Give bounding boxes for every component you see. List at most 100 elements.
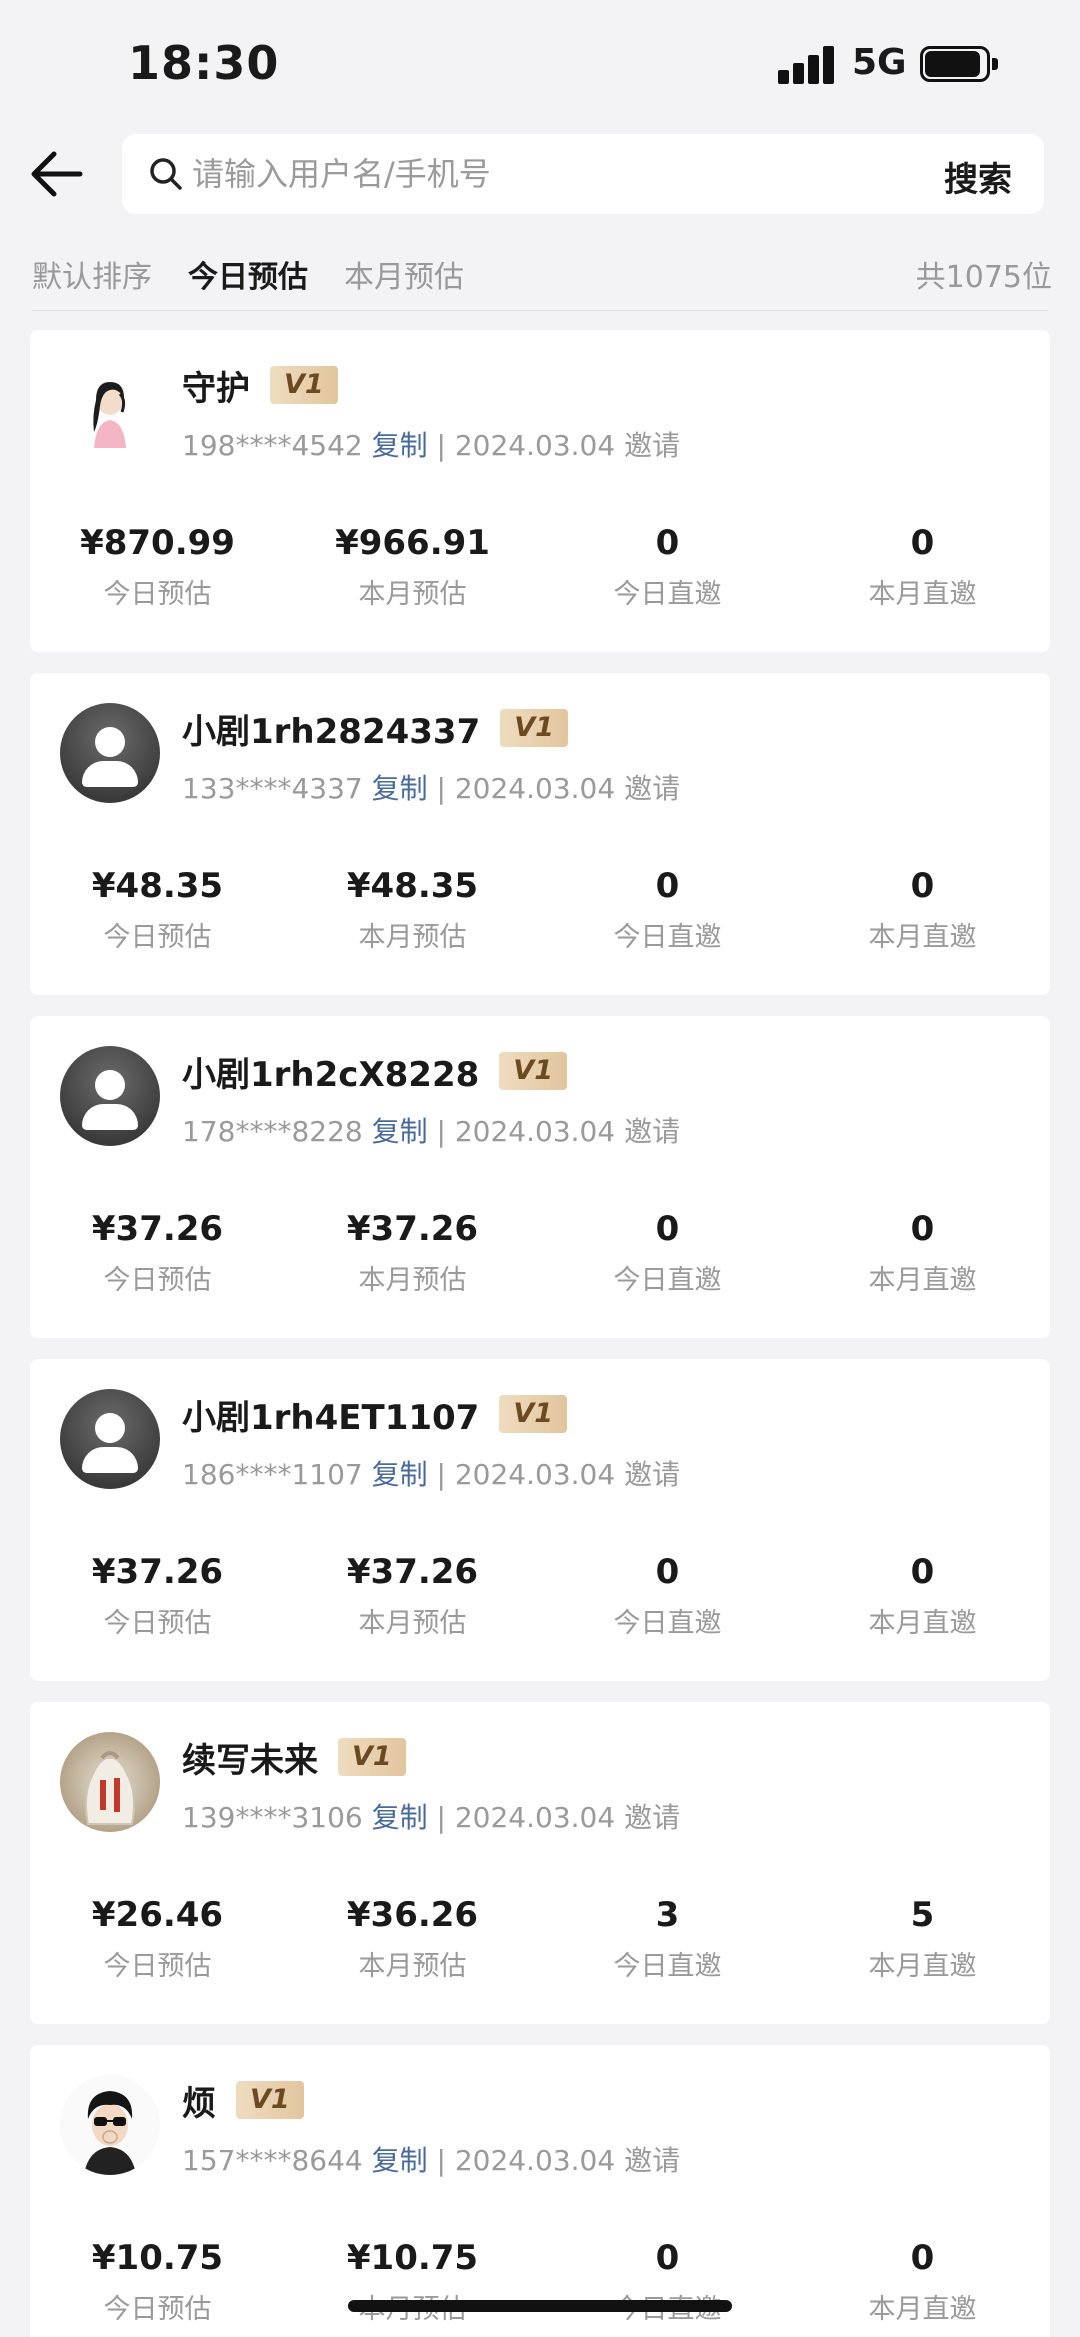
tab-month-estimate[interactable]: 本月预估 [344,252,464,296]
stat-label: 今日直邀 [613,1608,722,1639]
stat-label: 本月直邀 [868,922,977,953]
copy-button[interactable]: 复制 [372,429,428,462]
stat-today-invites: 0 今日直邀 [540,2235,795,2326]
stat-month-invites: 0 本月直邀 [795,1206,1050,1297]
name-row: 续写未来 V1 [182,1732,406,1782]
member-info: 157****8644 复制 | 2024.03.04 邀请 [182,2139,680,2179]
level-badge: V1 [499,1395,568,1433]
stat-value: ¥10.75 [346,2238,479,2278]
tab-default-sort[interactable]: 默认排序 [32,252,152,296]
stat-month-invites: 0 本月直邀 [795,1549,1050,1640]
search-bar: 搜索 [122,134,1044,214]
stat-value: ¥10.75 [91,2238,224,2278]
stat-today-estimate: ¥48.35 今日预估 [30,863,285,954]
stat-label: 本月直邀 [868,1265,977,1296]
divider [32,310,1048,311]
copy-button[interactable]: 复制 [372,2144,428,2177]
stat-value: ¥37.26 [346,1209,479,1249]
stat-value: 0 [910,1209,935,1249]
stat-today-estimate: ¥870.99 今日预估 [30,520,285,611]
copy-button[interactable]: 复制 [372,1458,428,1491]
copy-button[interactable]: 复制 [372,772,428,805]
stat-value: 0 [910,2238,935,2278]
stat-month-invites: 0 本月直邀 [795,2235,1050,2326]
member-stats: ¥37.26 今日预估 ¥37.26 本月预估 0 今日直邀 0 本月直邀 [30,1549,1050,1659]
stat-label: 本月预估 [358,579,467,610]
stat-value: ¥37.26 [91,1552,224,1592]
member-phone: 198****4542 [182,429,363,462]
invite-date: | 2024.03.04 邀请 [436,772,681,805]
stat-value: 0 [910,866,935,906]
tab-today-estimate[interactable]: 今日预估 [188,252,308,296]
name-row: 烦 V1 [182,2075,304,2125]
avatar [60,703,160,803]
stat-value: ¥37.26 [346,1552,479,1592]
stat-month-invites: 5 本月直邀 [795,1892,1050,1983]
member-info: 186****1107 复制 | 2024.03.04 邀请 [182,1453,680,1493]
member-card[interactable]: 小剧1rh2824337 V1 133****4337 复制 | 2024.03… [30,673,1050,995]
stat-month-invites: 0 本月直邀 [795,520,1050,611]
signal-icon [778,44,836,84]
member-info: 133****4337 复制 | 2024.03.04 邀请 [182,767,680,807]
name-row: 小剧1rh2cX8228 V1 [182,1046,567,1096]
search-button[interactable]: 搜索 [944,152,1012,201]
search-input[interactable] [192,134,832,214]
member-card[interactable]: 小剧1rh4ET1107 V1 186****1107 复制 | 2024.03… [30,1359,1050,1681]
member-card[interactable]: 烦 V1 157****8644 复制 | 2024.03.04 邀请 ¥10.… [30,2045,1050,2337]
stat-value: ¥966.91 [335,523,490,563]
avatar-boy-image [60,2075,160,2175]
level-badge: V1 [270,366,338,404]
member-stats: ¥37.26 今日预估 ¥37.26 本月预估 0 今日直邀 0 本月直邀 [30,1206,1050,1316]
member-card[interactable]: 小剧1rh2cX8228 V1 178****8228 复制 | 2024.03… [30,1016,1050,1338]
sort-tabs: 默认排序 今日预估 本月预估 共1075位 [32,252,1052,302]
invite-date: | 2024.03.04 邀请 [436,2144,681,2177]
level-badge: V1 [236,2081,304,2119]
stat-label: 本月预估 [358,1608,467,1639]
stat-value: ¥36.26 [346,1895,479,1935]
stat-label: 今日预估 [103,1608,212,1639]
stat-label: 本月预估 [358,1265,467,1296]
stat-label: 本月直邀 [868,1951,977,1982]
avatar [60,2075,160,2175]
level-badge: V1 [500,709,568,747]
copy-button[interactable]: 复制 [372,1801,428,1834]
name-row: 小剧1rh4ET1107 V1 [182,1389,568,1439]
avatar [60,1389,160,1489]
stat-label: 本月直邀 [868,1608,977,1639]
status-bar: 18:30 5G [0,0,1080,128]
stat-label: 今日预估 [103,922,212,953]
stat-label: 本月预估 [358,1951,467,1982]
stat-value: ¥37.26 [91,1209,224,1249]
member-card[interactable]: 续写未来 V1 139****3106 复制 | 2024.03.04 邀请 ¥… [30,1702,1050,2024]
home-indicator[interactable] [348,2300,732,2312]
member-name: 续写未来 [182,1740,318,1781]
stat-value: ¥26.46 [91,1895,224,1935]
member-card[interactable]: 守护 V1 198****4542 复制 | 2024.03.04 邀请 ¥87… [30,330,1050,652]
stat-value: ¥870.99 [80,523,235,563]
back-button[interactable] [28,148,86,200]
network-label: 5G [852,42,907,83]
stat-today-invites: 0 今日直邀 [540,1549,795,1640]
copy-button[interactable]: 复制 [372,1115,428,1148]
stat-label: 今日预估 [103,1265,212,1296]
member-name: 烦 [182,2083,216,2124]
stat-value: 0 [655,866,680,906]
member-stats: ¥26.46 今日预估 ¥36.26 本月预估 3 今日直邀 5 本月直邀 [30,1892,1050,2002]
member-info: 198****4542 复制 | 2024.03.04 邀请 [182,424,680,464]
invite-date: | 2024.03.04 邀请 [436,429,681,462]
stat-value: ¥48.35 [346,866,479,906]
member-info: 139****3106 复制 | 2024.03.04 邀请 [182,1796,680,1836]
stat-value: 0 [655,1552,680,1592]
invite-date: | 2024.03.04 邀请 [436,1115,681,1148]
stat-label: 本月直邀 [868,579,977,610]
member-phone: 186****1107 [182,1458,363,1491]
stat-label: 本月直邀 [868,2294,977,2325]
member-phone: 157****8644 [182,2144,363,2177]
stat-label: 今日预估 [103,579,212,610]
member-phone: 178****8228 [182,1115,363,1148]
stat-month-invites: 0 本月直邀 [795,863,1050,954]
stat-today-invites: 0 今日直邀 [540,1206,795,1297]
stat-today-estimate: ¥37.26 今日预估 [30,1206,285,1297]
arrow-left-icon [31,151,83,197]
stat-label: 今日预估 [103,2294,212,2325]
